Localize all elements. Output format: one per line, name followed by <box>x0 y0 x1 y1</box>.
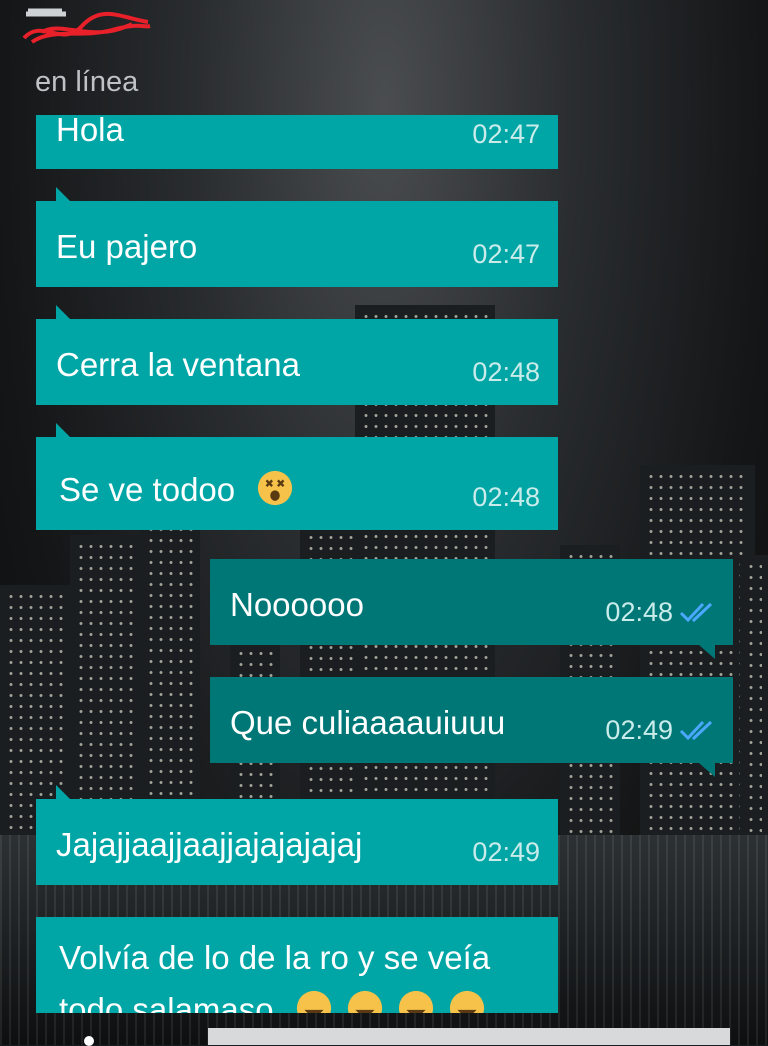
bubble-tail <box>56 423 70 437</box>
bubble-tail <box>56 305 70 319</box>
bubble-tail <box>699 645 715 659</box>
outgoing-message[interactable]: Noooooo 02:48 <box>210 559 733 659</box>
incoming-message[interactable]: Eu pajero 02:47 <box>36 187 558 287</box>
message-text: Noooooo <box>230 586 364 623</box>
read-double-check-icon <box>679 602 713 623</box>
message-text: Eu pajero <box>56 228 198 265</box>
contact-status: en línea <box>35 66 139 98</box>
message-time: 02:48 <box>472 482 540 512</box>
grinning-emoji <box>296 990 331 1013</box>
incoming-message[interactable]: Jajajjaajjaajjajajajajaj 02:49 <box>36 785 558 885</box>
message-time: 02:49 <box>605 715 673 745</box>
message-time: 02:48 <box>472 357 540 387</box>
message-text: Jajajjaajjaajjajajajajaj <box>56 826 363 863</box>
message-text: Se ve todoo <box>59 471 236 508</box>
incoming-message[interactable]: Cerra la ventana 02:48 <box>36 305 558 405</box>
message-time: 02:49 <box>472 837 540 867</box>
message-text: Que culiaaaauiuuu <box>230 704 506 741</box>
message-input-bar[interactable] <box>208 1028 730 1045</box>
crying-laughing-emoji <box>450 990 485 1013</box>
bubble-tail <box>699 763 715 777</box>
message-time: 02:48 <box>605 597 673 627</box>
message-time: 02:47 <box>472 239 540 269</box>
incoming-message[interactable]: Se ve todoo 02:48 <box>36 423 558 530</box>
message-text: Volvía de lo de la ro y se veía <box>59 939 491 976</box>
outgoing-message[interactable]: Que culiaaaauiuuu 02:49 <box>210 677 733 777</box>
dizzy-face-emoji <box>258 470 293 506</box>
message-text-line2: todo salamaso <box>59 989 486 1013</box>
crying-laughing-emoji <box>399 990 434 1013</box>
bubble-tail <box>56 187 70 201</box>
redaction-scribble <box>22 8 151 44</box>
message-time: 02:47 <box>472 119 540 149</box>
incoming-message[interactable]: Volvía de lo de la ro y se veía todo sal… <box>36 917 558 1013</box>
chat-header[interactable]: en línea <box>0 0 768 110</box>
read-double-check-icon <box>679 720 713 741</box>
bubble-tail <box>56 785 70 799</box>
incoming-message[interactable]: Hola 02:47 <box>36 111 558 169</box>
message-text: Hola <box>56 111 124 148</box>
contact-name-redacted <box>22 8 152 48</box>
crying-laughing-emoji <box>347 990 383 1013</box>
message-text: Cerra la ventana <box>56 346 300 383</box>
